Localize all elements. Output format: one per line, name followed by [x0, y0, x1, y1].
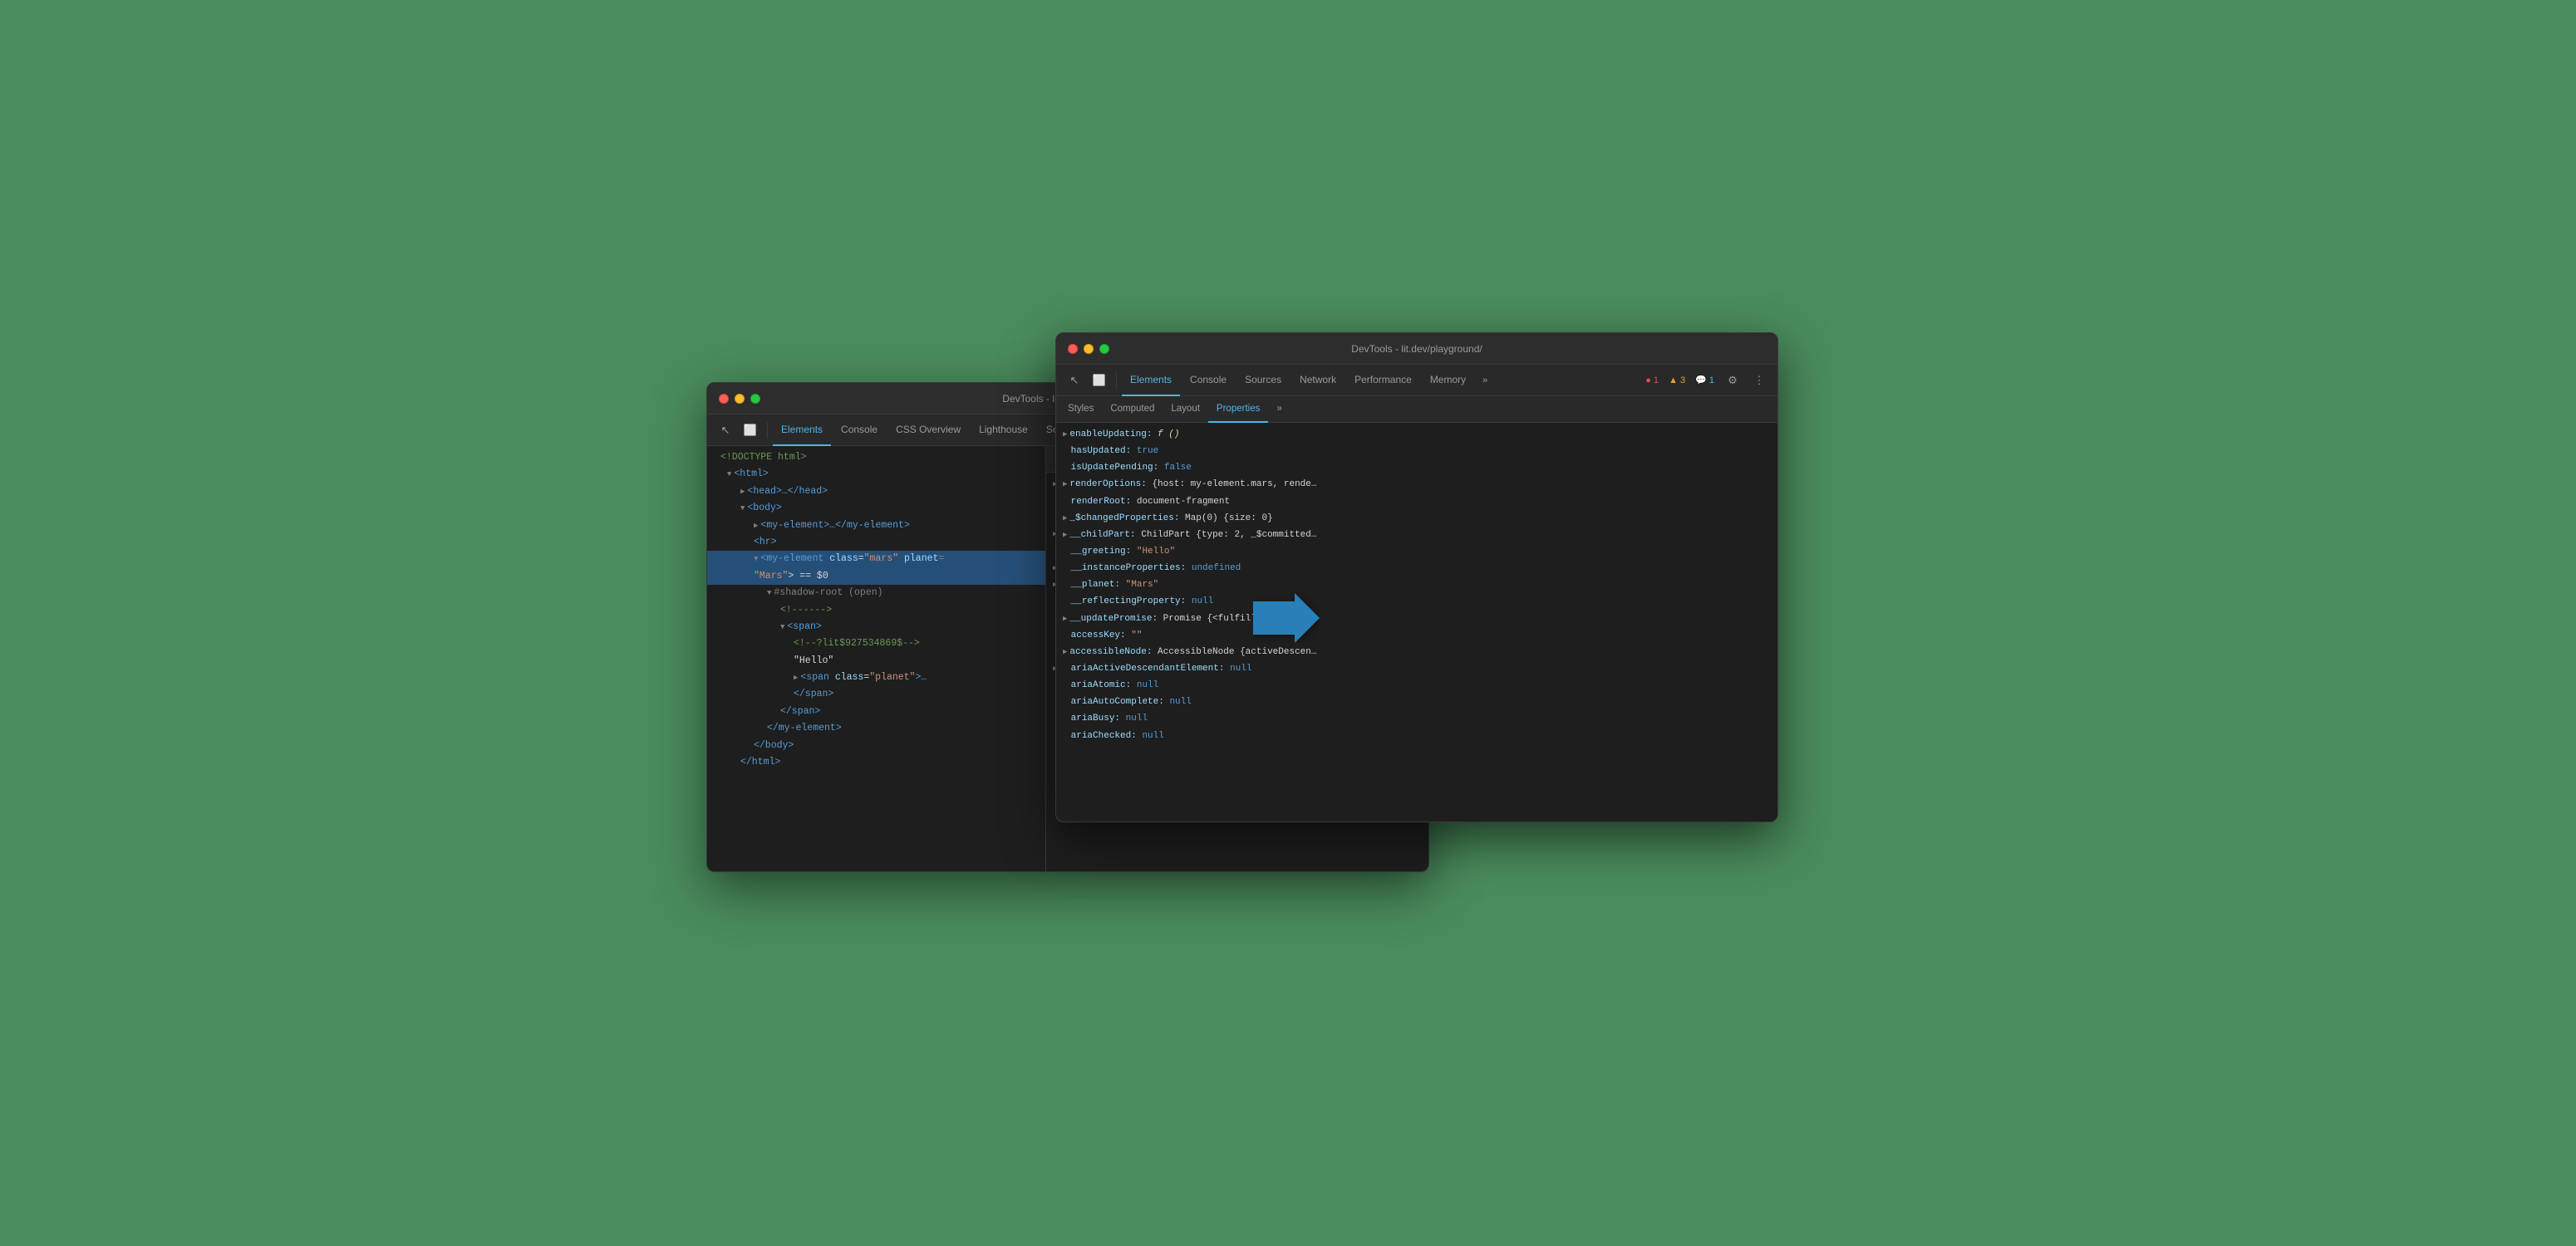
- maximize-button-front[interactable]: [1099, 344, 1109, 354]
- tab-memory-front[interactable]: Memory: [1422, 365, 1474, 396]
- prop-line[interactable]: ▶renderRoot: document-fragment: [1056, 493, 1777, 510]
- breadcrumb-bar-back: ... dPreview playground-preview#preview …: [707, 871, 1428, 872]
- dom-line[interactable]: <!------>: [707, 602, 1045, 619]
- props-tab-more-front[interactable]: »: [1268, 396, 1290, 423]
- badge-info-front: 💬 1: [1692, 375, 1718, 385]
- prop-line[interactable]: ▶ariaAtomic: null: [1056, 677, 1777, 694]
- more-icon-front[interactable]: ⋮: [1748, 369, 1771, 392]
- blue-arrow: [1253, 593, 1320, 653]
- props-panel-front: Styles Computed Layout Properties » ▶ena…: [1056, 396, 1777, 822]
- minimize-button-front[interactable]: [1084, 344, 1094, 354]
- prop-line[interactable]: ▶ariaChecked: null: [1056, 728, 1777, 744]
- prop-line[interactable]: ▶__updatePromise: Promise {<fulfilled>: …: [1056, 611, 1777, 627]
- dom-line-selected[interactable]: ▼<my-element class="mars" planet=: [707, 551, 1045, 567]
- devtools-main-front: Styles Computed Layout Properties » ▶ena…: [1056, 396, 1777, 822]
- device-toggle-icon-front[interactable]: ⬜: [1088, 369, 1111, 392]
- traffic-lights-front: [1068, 344, 1109, 354]
- minimize-button-back[interactable]: [735, 394, 745, 404]
- traffic-lights-back: [719, 394, 760, 404]
- settings-icon-front[interactable]: ⚙: [1721, 369, 1744, 392]
- dom-line[interactable]: </span>: [707, 686, 1045, 703]
- toolbar-right-front: ● 1 ▲ 3 💬 1 ⚙ ⋮: [1642, 369, 1771, 392]
- dom-line[interactable]: "Mars"> == $0: [707, 568, 1045, 585]
- tab-lighthouse-back[interactable]: Lighthouse: [971, 415, 1036, 446]
- tab-console-front[interactable]: Console: [1182, 365, 1235, 396]
- tab-css-overview-back[interactable]: CSS Overview: [887, 415, 969, 446]
- expand-icon[interactable]: ▶: [740, 488, 745, 496]
- dom-line[interactable]: ▼#shadow-root (open): [707, 585, 1045, 601]
- tab-computed-front[interactable]: Computed: [1102, 396, 1163, 423]
- dom-line[interactable]: ▶<my-element>…</my-element>: [707, 518, 1045, 534]
- prop-line[interactable]: ▶__planet: "Mars": [1056, 576, 1777, 593]
- tab-properties-front[interactable]: Properties: [1208, 396, 1268, 423]
- dom-line[interactable]: ▼<html>: [707, 466, 1045, 483]
- title-bar-front: DevTools - lit.dev/playground/: [1056, 333, 1777, 365]
- cursor-icon[interactable]: ↖: [714, 419, 737, 442]
- prop-line[interactable]: ▶__reflectingProperty: null: [1056, 593, 1777, 610]
- expand-icon[interactable]: ▼: [780, 623, 784, 631]
- expand-icon[interactable]: ▼: [740, 504, 745, 513]
- close-button-back[interactable]: [719, 394, 729, 404]
- toolbar-front: ↖ ⬜ Elements Console Sources Network Per…: [1056, 365, 1777, 396]
- prop-line[interactable]: ▶renderOptions: {host: my-element.mars, …: [1056, 476, 1777, 493]
- tab-network-front[interactable]: Network: [1291, 365, 1345, 396]
- tab-sources-front[interactable]: Sources: [1236, 365, 1290, 396]
- dom-line[interactable]: ▼<span>: [707, 619, 1045, 635]
- tab-console-back[interactable]: Console: [833, 415, 886, 446]
- dom-line[interactable]: <hr>: [707, 534, 1045, 551]
- expand-icon[interactable]: ▼: [754, 555, 758, 563]
- tab-layout-front[interactable]: Layout: [1163, 396, 1208, 423]
- dom-line[interactable]: ▶<head>…</head>: [707, 483, 1045, 500]
- prop-line[interactable]: ▶__greeting: "Hello": [1056, 543, 1777, 560]
- prop-line[interactable]: ▶__childPart: ChildPart {type: 2, _$comm…: [1056, 527, 1777, 543]
- dom-line[interactable]: </my-element>: [707, 720, 1045, 737]
- badge-error-front: ● 1: [1642, 375, 1662, 385]
- tab-performance-front[interactable]: Performance: [1346, 365, 1420, 396]
- prop-line[interactable]: ▶accessibleNode: AccessibleNode {activeD…: [1056, 644, 1777, 660]
- toolbar-separator: [767, 422, 768, 439]
- prop-line[interactable]: ▶ariaBusy: null: [1056, 710, 1777, 727]
- cursor-icon-front[interactable]: ↖: [1063, 369, 1086, 392]
- tab-styles-front[interactable]: Styles: [1059, 396, 1102, 423]
- dom-line[interactable]: "Hello": [707, 653, 1045, 670]
- dom-line[interactable]: <!--?lit$927534869$-->: [707, 635, 1045, 652]
- expand-icon[interactable]: ▶: [794, 674, 798, 682]
- expand-icon[interactable]: ▼: [727, 470, 731, 478]
- toolbar-separator-front: [1116, 372, 1117, 389]
- prop-line[interactable]: ▶__instanceProperties: undefined: [1056, 560, 1777, 576]
- prop-line[interactable]: ▶hasUpdated: true: [1056, 443, 1777, 459]
- prop-line[interactable]: ▶ariaAutoComplete: null: [1056, 694, 1777, 710]
- dom-line[interactable]: </span>: [707, 704, 1045, 720]
- expand-icon[interactable]: ▼: [767, 589, 771, 597]
- badge-warn-front: ▲ 3: [1665, 375, 1689, 385]
- device-toggle-icon[interactable]: ⬜: [739, 419, 762, 442]
- dom-line[interactable]: </body>: [707, 738, 1045, 754]
- props-tabs-front: Styles Computed Layout Properties »: [1056, 396, 1777, 423]
- prop-line[interactable]: ▶_$changedProperties: Map(0) {size: 0}: [1056, 510, 1777, 527]
- tab-elements-front[interactable]: Elements: [1122, 365, 1180, 396]
- dom-line[interactable]: <!DOCTYPE html>: [707, 449, 1045, 466]
- close-button-front[interactable]: [1068, 344, 1078, 354]
- dom-panel-back: <!DOCTYPE html> ▼<html> ▶<head>…</head> …: [707, 446, 1046, 871]
- devtools-window-front: DevTools - lit.dev/playground/ ↖ ⬜ Eleme…: [1055, 332, 1778, 822]
- tab-more-front[interactable]: »: [1476, 365, 1494, 396]
- expand-icon[interactable]: ▶: [754, 522, 758, 530]
- dom-content-back[interactable]: <!DOCTYPE html> ▼<html> ▶<head>…</head> …: [707, 446, 1045, 871]
- tab-elements-back[interactable]: Elements: [773, 415, 831, 446]
- dom-line[interactable]: ▼<body>: [707, 500, 1045, 517]
- dom-line[interactable]: ▶<span class="planet">…: [707, 670, 1045, 686]
- props-content-front[interactable]: ▶enableUpdating: f () ▶hasUpdated: true …: [1056, 423, 1777, 822]
- maximize-button-back[interactable]: [750, 394, 760, 404]
- prop-line[interactable]: ▶enableUpdating: f (): [1056, 426, 1777, 443]
- prop-line[interactable]: ▶ariaActiveDescendantElement: null: [1056, 660, 1777, 677]
- window-title-front: DevTools - lit.dev/playground/: [1351, 343, 1482, 355]
- dom-line[interactable]: </html>: [707, 754, 1045, 771]
- prop-line[interactable]: ▶accessKey: "": [1056, 627, 1777, 644]
- prop-line[interactable]: ▶isUpdatePending: false: [1056, 459, 1777, 476]
